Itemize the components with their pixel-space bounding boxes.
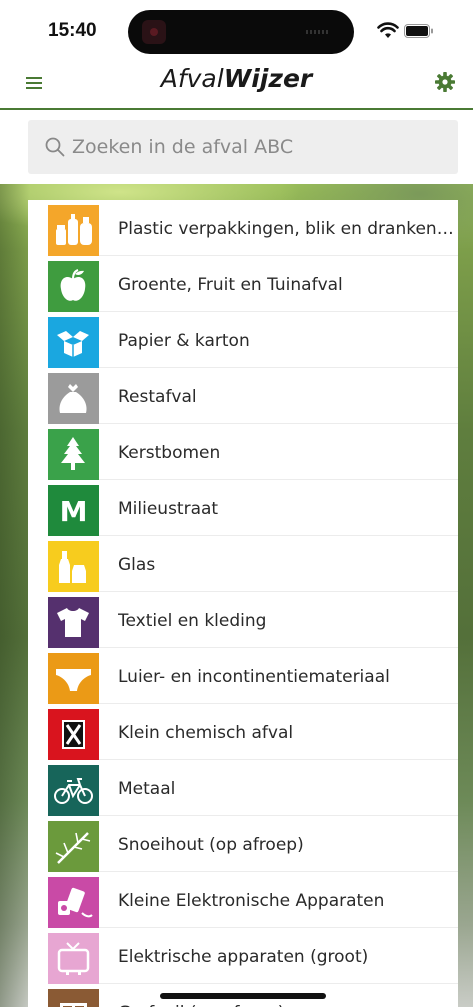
category-item[interactable]: Luier- en incontinentiemateriaal	[48, 648, 458, 704]
island-indicator	[306, 30, 328, 34]
category-item[interactable]: Snoeihout (op afroep)	[48, 816, 458, 872]
furniture-icon-graphic	[60, 1003, 87, 1007]
hazard-icon	[48, 709, 99, 760]
bicycle-icon-graphic	[54, 778, 93, 804]
category-label: Textiel en kleding	[118, 611, 267, 631]
diaper-icon-graphic	[56, 669, 91, 691]
tshirt-icon	[48, 597, 99, 648]
category-label: Klein chemisch afval	[118, 723, 294, 743]
status-time: 15:40	[48, 20, 97, 41]
category-label: Plastic verpakkingen, blik en drankenkar…	[118, 219, 458, 239]
apple-icon-graphic	[60, 269, 86, 301]
search-icon	[45, 137, 65, 157]
category-item[interactable]: Kleine Elektronische Apparaten	[48, 872, 458, 928]
category-label: Glas	[118, 555, 156, 575]
wifi-icon	[377, 22, 399, 38]
category-label: Milieustraat	[118, 499, 219, 519]
diaper-icon	[48, 653, 99, 704]
open-box-icon-graphic	[57, 331, 89, 357]
category-label: Kleine Elektronische Apparaten	[118, 891, 385, 911]
tv-icon	[48, 933, 99, 984]
bicycle-icon	[48, 765, 99, 816]
furniture-icon	[48, 989, 99, 1007]
plastic-bottles-icon-graphic	[56, 214, 92, 245]
category-label: Metaal	[118, 779, 176, 799]
category-item[interactable]: Metaal	[48, 760, 458, 816]
search-box[interactable]	[28, 120, 458, 174]
category-label: Snoeihout (op afroep)	[118, 835, 304, 855]
app-header: AfvalWijzer	[0, 62, 473, 110]
category-item[interactable]: Textiel en kleding	[48, 592, 458, 648]
christmas-tree-icon-graphic	[61, 437, 85, 470]
category-label: Elektrische apparaten (groot)	[118, 947, 369, 967]
christmas-tree-icon	[48, 429, 99, 480]
search-area	[0, 110, 473, 184]
glass-bottle-icon	[48, 541, 99, 592]
branch-icon-graphic	[55, 832, 91, 864]
category-label: Groente, Fruit en Tuinafval	[118, 275, 343, 295]
category-item[interactable]: Glas	[48, 536, 458, 592]
trash-bag-icon-graphic	[59, 384, 87, 413]
app-logo-title: AfvalWijzer	[0, 64, 473, 93]
category-item[interactable]: Groente, Fruit en Tuinafval	[48, 256, 458, 312]
open-box-icon	[48, 317, 99, 368]
category-item[interactable]: Elektrische apparaten (groot)	[48, 928, 458, 984]
status-bar: 15:40	[0, 0, 473, 62]
category-item[interactable]: M Milieustraat	[48, 480, 458, 536]
category-label: Luier- en incontinentiemateriaal	[118, 667, 390, 687]
letter-m-icon-graphic: M	[60, 495, 88, 528]
app-screen: 15:40 AfvalWijzer Zoeken in de afval ABC…	[0, 0, 473, 1007]
hazard-icon-graphic	[62, 720, 85, 749]
search-input[interactable]	[72, 120, 442, 174]
svg-text:M: M	[60, 495, 88, 528]
app-title-part2: Wijzer	[223, 64, 313, 93]
branch-icon	[48, 821, 99, 872]
home-indicator	[160, 993, 326, 999]
apple-icon	[48, 261, 99, 312]
camera-icon	[142, 20, 166, 44]
glass-bottle-icon-graphic	[59, 551, 86, 583]
gear-icon[interactable]	[433, 70, 457, 94]
category-item[interactable]: Plastic verpakkingen, blik en drankenkar…	[48, 200, 458, 256]
category-item[interactable]: Restafval	[48, 368, 458, 424]
tshirt-icon-graphic	[57, 608, 89, 637]
letter-m-icon: M	[48, 485, 99, 536]
battery-icon	[404, 24, 433, 38]
category-label: Restafval	[118, 387, 197, 407]
category-list: Plastic verpakkingen, blik en drankenkar…	[28, 200, 458, 1007]
dynamic-island	[128, 10, 354, 54]
small-appliance-icon-graphic	[58, 887, 93, 918]
app-title-part1: Afval	[160, 64, 224, 93]
plastic-bottles-icon	[48, 205, 99, 256]
category-item[interactable]: Klein chemisch afval	[48, 704, 458, 760]
small-appliance-icon	[48, 877, 99, 928]
category-label: Kerstbomen	[118, 443, 221, 463]
category-item[interactable]: Papier & karton	[48, 312, 458, 368]
category-label: Papier & karton	[118, 331, 250, 351]
tv-icon-graphic	[57, 942, 90, 975]
trash-bag-icon	[48, 373, 99, 424]
category-item[interactable]: Kerstbomen	[48, 424, 458, 480]
